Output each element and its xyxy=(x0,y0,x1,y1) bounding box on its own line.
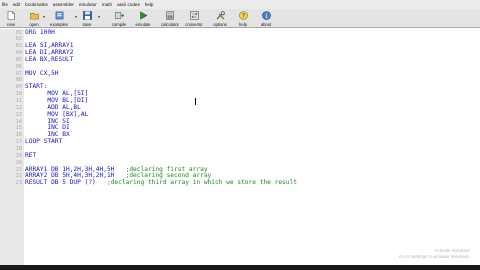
line-number: 11 xyxy=(15,98,22,104)
menu-edit[interactable]: edit xyxy=(13,2,20,7)
compile-icon xyxy=(114,11,124,20)
code-comment: ;declaring third array in which we store… xyxy=(106,179,297,187)
code-text: ORG 100H xyxy=(25,28,55,36)
folder-icon xyxy=(29,11,39,20)
about-label: about xyxy=(260,22,272,27)
code-text: MOV CX,5H xyxy=(25,69,59,77)
examples-label: examples xyxy=(50,22,68,27)
line-number: 19 xyxy=(15,152,22,159)
line-number: 01 xyxy=(15,29,22,36)
about-button[interactable]: i about xyxy=(258,9,274,28)
code-line[interactable]: MOV CX,5H xyxy=(25,69,59,78)
calculator-label: calculator xyxy=(161,22,179,27)
line-number: 12 xyxy=(15,104,22,111)
line-number: 09 xyxy=(15,84,22,91)
convertor-label: convertor xyxy=(185,22,203,27)
menu-math[interactable]: math xyxy=(102,2,112,7)
save-label: save xyxy=(82,22,92,27)
floppy-disk-icon xyxy=(82,11,92,20)
help-button[interactable]: ? help xyxy=(236,9,250,28)
line-number: 22 xyxy=(15,173,22,180)
convertor-icon xyxy=(189,11,199,20)
line-number: 07 xyxy=(15,70,22,77)
toolbar: new open ▾ examples ▾ save ▾ compile emu… xyxy=(0,9,480,28)
svg-text:?: ? xyxy=(241,13,244,20)
emulate-button[interactable]: emulate xyxy=(132,9,154,28)
line-number: 18 xyxy=(15,145,22,152)
new-file-icon xyxy=(7,11,16,20)
code-text: LOOP START xyxy=(25,138,63,146)
code-line[interactable]: ORG 100H xyxy=(25,28,55,37)
menu-bar: file edit bookmarks assembler emulator m… xyxy=(0,0,480,9)
save-dropdown-icon[interactable]: ▾ xyxy=(98,14,100,19)
emulate-label: emulate xyxy=(135,22,151,27)
code-line[interactable]: LOOP START xyxy=(25,138,63,146)
line-number: 15 xyxy=(15,125,22,132)
code-line[interactable]: RESULT DB 5 DUP (?) ;declaring third arr… xyxy=(25,179,297,187)
about-icon: i xyxy=(261,11,271,20)
code-line[interactable]: RET xyxy=(25,151,37,160)
watermark-title: Activate Windows xyxy=(434,248,470,253)
svg-text:i: i xyxy=(265,13,267,20)
line-number: 14 xyxy=(15,118,22,125)
calculator-icon xyxy=(166,11,175,20)
examples-button[interactable]: examples xyxy=(48,9,70,28)
open-dropdown-icon[interactable]: ▾ xyxy=(43,14,45,19)
menu-help[interactable]: help xyxy=(145,2,154,7)
compile-button[interactable]: compile xyxy=(108,9,130,28)
convertor-button[interactable]: convertor xyxy=(182,9,206,28)
line-number: 13 xyxy=(15,111,22,118)
watermark-subtitle: Go to Settings to activate Windows. xyxy=(398,254,470,259)
line-number: 06 xyxy=(15,63,22,70)
line-number: 03 xyxy=(15,43,22,50)
compile-label: compile xyxy=(111,22,127,27)
line-number: 08 xyxy=(15,77,22,84)
line-number: 17 xyxy=(15,139,22,146)
examples-dropdown-icon[interactable]: ▾ xyxy=(75,14,77,19)
code-text: RET xyxy=(25,151,37,159)
tools-icon xyxy=(216,11,225,20)
new-label: new xyxy=(7,22,15,27)
emulate-play-icon xyxy=(139,11,148,20)
open-label: open xyxy=(29,22,39,27)
line-number: 16 xyxy=(15,132,22,139)
menu-bookmarks[interactable]: bookmarks xyxy=(25,2,47,7)
options-label: options xyxy=(213,22,227,27)
menu-file[interactable]: file xyxy=(2,2,8,7)
code-editor[interactable]: 01 02 03 04 05 06 07 08 09 10 11 12 13 14 15 16 17 18 19 20… xyxy=(0,29,480,270)
new-button[interactable]: new xyxy=(4,9,18,28)
help-icon: ? xyxy=(238,11,248,20)
line-number: 02 xyxy=(15,36,22,43)
menu-ascii-codes[interactable]: ascii codes xyxy=(117,2,140,7)
help-label: help xyxy=(239,22,247,27)
emu8086-window: file edit bookmarks assembler emulator m… xyxy=(0,0,480,270)
options-button[interactable]: options xyxy=(210,9,230,28)
examples-book-icon xyxy=(55,11,64,20)
line-number-gutter: 01 02 03 04 05 06 07 08 09 10 11 12 13 14 15 16 17 18 19 20… xyxy=(0,29,24,270)
calculator-button[interactable]: calculator xyxy=(158,9,182,28)
save-button[interactable]: save xyxy=(80,9,94,28)
line-number: 04 xyxy=(15,50,22,57)
code-text: RESULT DB 5 DUP (?) xyxy=(25,179,96,187)
menu-assembler[interactable]: assembler xyxy=(53,2,74,7)
code-line[interactable]: LEA BX,RESULT xyxy=(25,55,74,64)
line-number: 21 xyxy=(15,166,22,173)
line-number: 05 xyxy=(15,56,22,63)
open-button[interactable]: open xyxy=(26,9,42,28)
line-number: 20 xyxy=(15,159,22,166)
taskbar xyxy=(0,265,480,270)
line-number: 23 xyxy=(15,180,22,187)
i-beam-cursor xyxy=(195,98,196,105)
menu-emulator[interactable]: emulator xyxy=(79,2,97,7)
code-text: LEA BX,RESULT xyxy=(25,55,74,63)
line-number: 10 xyxy=(15,91,22,98)
